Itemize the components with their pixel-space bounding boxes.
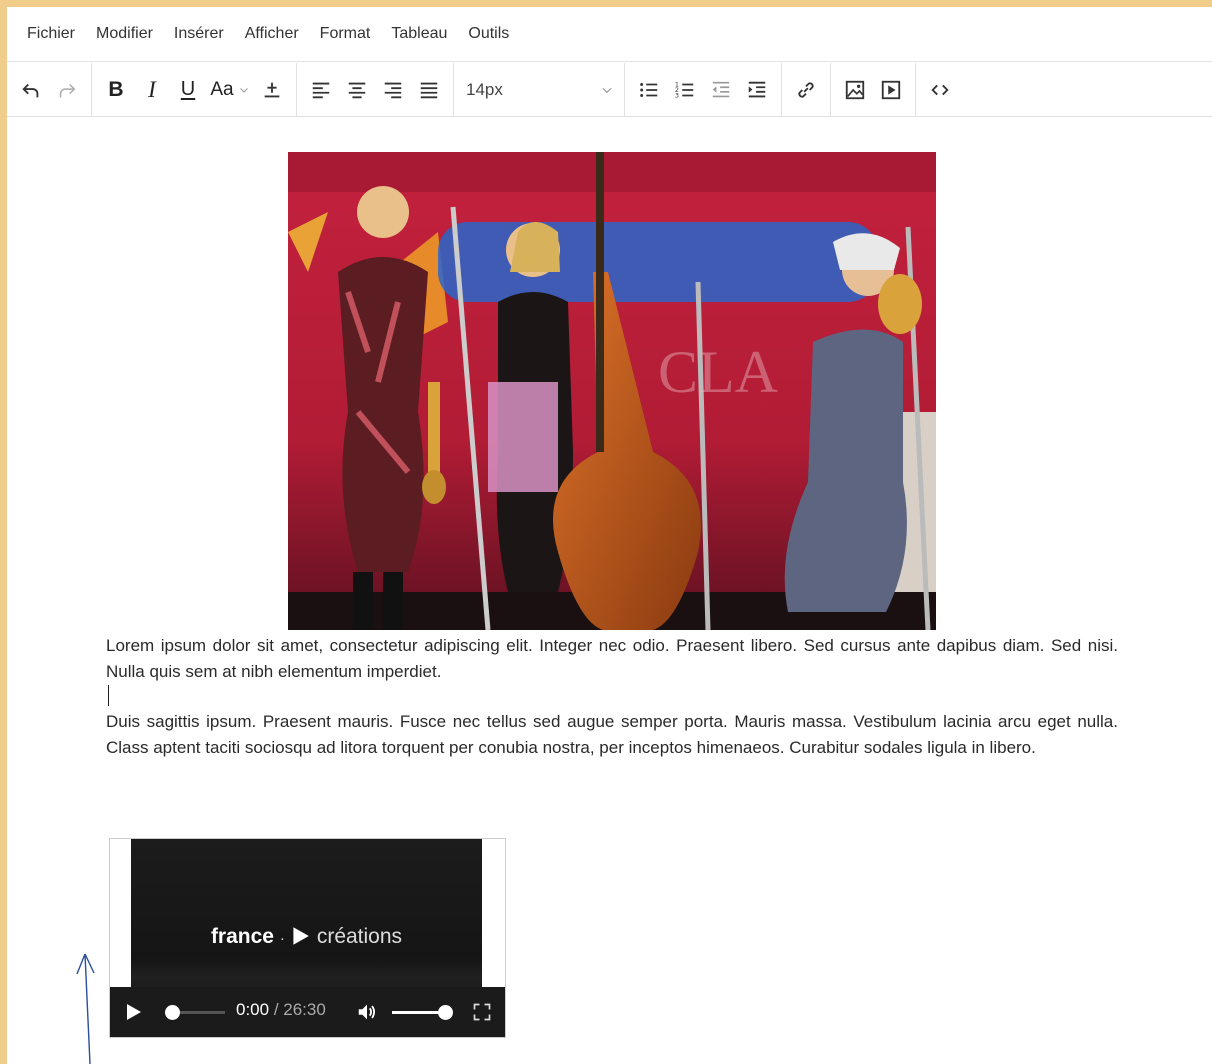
volume-slider[interactable] — [392, 1005, 453, 1020]
svg-text:3: 3 — [675, 91, 679, 99]
video-logo-left: france — [210, 925, 274, 948]
volume-icon[interactable] — [356, 1001, 378, 1023]
bold-icon: B — [108, 77, 124, 101]
svg-text:CLA: CLA — [658, 339, 778, 405]
align-right-icon — [384, 82, 402, 98]
italic-button[interactable]: I — [134, 73, 170, 107]
video-player[interactable]: france · créations 0:00 / 26:30 — [109, 838, 506, 1038]
insert-image-button[interactable] — [837, 73, 873, 107]
video-logo-right: créations — [316, 925, 403, 948]
undo-button[interactable] — [13, 73, 49, 107]
image-icon — [845, 80, 865, 99]
insert-video-button[interactable] — [873, 73, 909, 107]
outdent-button[interactable] — [703, 73, 739, 107]
align-justify-button[interactable] — [411, 73, 447, 107]
indent-icon — [748, 81, 766, 97]
insert-button[interactable] — [254, 73, 290, 107]
numbered-list-icon: 123 — [675, 80, 694, 99]
font-size-select[interactable]: 14px — [454, 73, 624, 107]
seek-bar[interactable] — [165, 1005, 225, 1020]
menu-inserer[interactable]: Insérer — [174, 25, 224, 43]
video-icon — [881, 80, 901, 99]
menu-afficher[interactable]: Afficher — [245, 25, 299, 43]
duration: / 26:30 — [273, 1000, 326, 1019]
fullscreen-icon[interactable] — [472, 1002, 492, 1022]
link-group — [782, 63, 831, 116]
italic-icon: I — [148, 76, 156, 102]
align-group — [297, 63, 454, 116]
redo-button[interactable] — [49, 73, 85, 107]
link-icon — [798, 81, 814, 98]
play-icon[interactable] — [123, 1002, 143, 1022]
align-right-button[interactable] — [375, 73, 411, 107]
text-caret — [108, 685, 109, 706]
paragraph-1: Lorem ipsum dolor sit amet, consectetur … — [106, 636, 1118, 681]
font-case-button[interactable]: Aa — [206, 73, 254, 107]
play-overlay-icon[interactable] — [289, 925, 311, 947]
font-size-value: 14px — [466, 79, 503, 99]
align-left-icon — [312, 82, 330, 98]
link-button[interactable] — [788, 73, 824, 107]
annotation-arrow — [76, 953, 95, 1064]
menu-fichier[interactable]: Fichier — [27, 25, 75, 43]
video-time: 0:00 / 26:30 — [236, 1000, 326, 1020]
align-center-icon — [348, 82, 366, 98]
code-icon — [931, 84, 949, 95]
font-case-icon: Aa — [210, 78, 234, 100]
media-group — [831, 63, 916, 116]
menu-tableau[interactable]: Tableau — [391, 25, 447, 43]
source-code-button[interactable] — [922, 73, 958, 107]
bullet-list-button[interactable] — [631, 73, 667, 107]
format-group: B I U Aa — [92, 63, 297, 116]
underline-icon: U — [180, 78, 196, 100]
toolbar: B I U Aa 14px 123 — [7, 63, 1212, 117]
chevron-down-icon — [602, 87, 612, 93]
menu-modifier[interactable]: Modifier — [96, 25, 153, 43]
menu-bar: Fichier Modifier Insérer Afficher Format… — [7, 7, 1212, 62]
video-controls: 0:00 / 26:30 — [110, 987, 505, 1037]
paragraph-2: Duis sagittis ipsum. Praesent mauris. Fu… — [106, 712, 1118, 757]
current-time: 0:00 — [236, 1000, 270, 1019]
undo-icon — [22, 83, 39, 97]
chevron-down-icon — [239, 87, 248, 93]
menu-format[interactable]: Format — [320, 25, 371, 43]
code-group — [916, 63, 964, 116]
volume-handle[interactable] — [438, 1005, 453, 1020]
video-logo: france · créations — [210, 925, 403, 948]
numbered-list-button[interactable]: 123 — [667, 73, 703, 107]
concert-image: CLA — [288, 152, 936, 630]
indent-button[interactable] — [739, 73, 775, 107]
history-group — [7, 63, 92, 116]
insert-icon — [264, 82, 280, 97]
seek-handle[interactable] — [165, 1005, 180, 1020]
align-justify-icon — [420, 82, 438, 98]
underline-button[interactable]: U — [170, 73, 206, 107]
editor-content[interactable]: CLA Lorem ipsum dolor sit amet, consecte… — [7, 117, 1212, 1064]
font-size-group: 14px — [454, 63, 625, 116]
redo-icon — [59, 83, 76, 97]
concert-photo[interactable]: CLA — [288, 152, 936, 630]
outdent-icon — [712, 81, 730, 97]
bold-button[interactable]: B — [98, 73, 134, 107]
align-center-button[interactable] — [339, 73, 375, 107]
align-left-button[interactable] — [303, 73, 339, 107]
menu-outils[interactable]: Outils — [468, 25, 509, 43]
list-group: 123 — [625, 63, 782, 116]
bullet-list-icon — [640, 82, 658, 97]
